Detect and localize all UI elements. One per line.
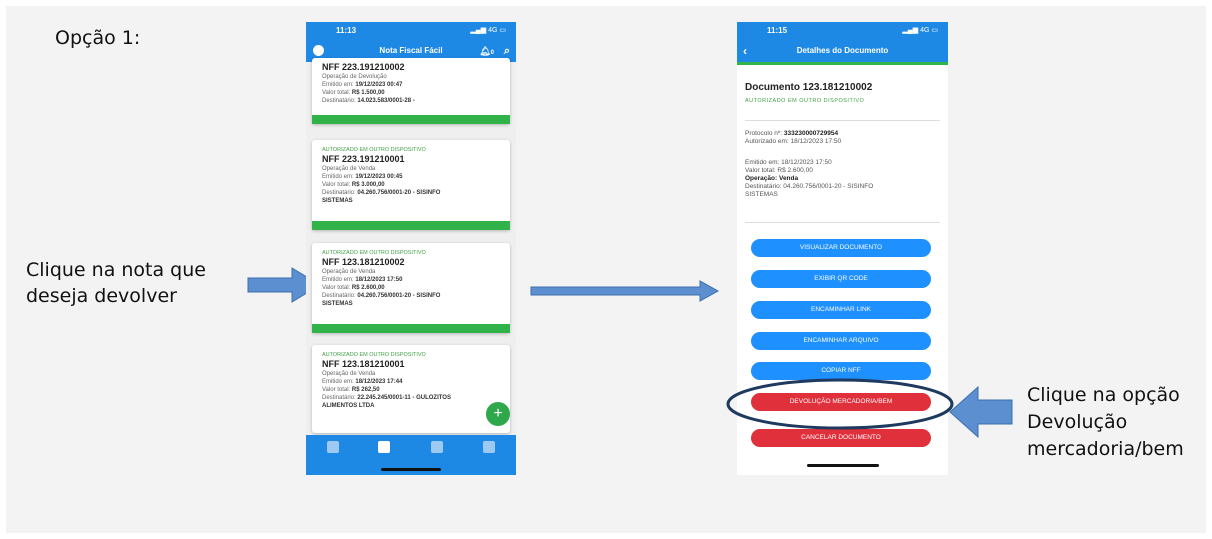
bottom-navigation: [306, 435, 516, 475]
note-number: NFF 123.181210002: [322, 257, 405, 267]
note-card[interactable]: AUTORIZADO EM OUTRO DISPOSITIVO NFF 223.…: [312, 140, 510, 230]
show-qr-code-button[interactable]: EXIBIR QR CODE: [751, 270, 931, 288]
left-instruction: Clique na nota que deseja devolver: [26, 257, 206, 309]
operation: Operação: Venda: [745, 175, 799, 182]
nav-item-4[interactable]: [474, 441, 504, 455]
forward-file-button[interactable]: ENCAMINHAR ARQUIVO: [751, 332, 931, 350]
left-instruction-line2: deseja devolver: [26, 285, 177, 307]
app-title: Detalhes do Documento: [796, 46, 889, 55]
nav-item-3[interactable]: [422, 441, 452, 455]
document-title: Documento 123.181210002: [745, 82, 873, 93]
right-instruction-line3: mercadoria/bem: [1027, 438, 1184, 460]
home-indicator: [807, 464, 879, 467]
emitted-at: Emitido em: 18/12/2023 17:50: [745, 159, 832, 166]
status-bar: 11:13 ▂▄▆ 4G ▭: [306, 22, 516, 40]
note-value: Valor total: R$ 2.600,00: [322, 285, 385, 291]
nav-item-1[interactable]: [318, 441, 348, 455]
note-recipient: Destinatário: 04.260.756/0001-20 - SISIN…: [322, 293, 441, 299]
status-time: 11:13: [336, 26, 357, 35]
flow-arrow: [530, 280, 720, 302]
note-emitted: Emitido em: 19/12/2023 00:47: [322, 82, 403, 88]
authorized-at: Autorizado em: 18/12/2023 17:50: [745, 138, 842, 145]
back-arrow-icon[interactable]: ‹: [743, 40, 747, 62]
details-block: Emitido em: 18/12/2023 17:50 Valor total…: [745, 159, 873, 199]
note-recipient-cont: ALIMENTOS LTDA: [322, 403, 375, 409]
document-icon: [378, 441, 390, 453]
note-operation: Operação de Devolução: [322, 74, 387, 80]
protocol: Protocolo nº: 333230000729954: [745, 130, 839, 137]
note-card[interactable]: NFF 223.191210002 Operação de Devolução …: [312, 58, 510, 124]
divider: [745, 222, 940, 223]
note-recipient-cont: SISTEMAS: [322, 198, 353, 204]
pointer-arrow-right: [949, 386, 1013, 438]
highlight-ellipse: [726, 378, 954, 430]
note-operation: Operação de Venda: [322, 269, 376, 275]
status-signal: ▂▄▆ 4G ▭: [470, 27, 506, 34]
recipient-cont: SISTEMAS: [745, 191, 778, 198]
right-instruction-line1: Clique na opção: [1027, 384, 1180, 406]
document-status: AUTORIZADO EM OUTRO DISPOSITIVO: [745, 98, 865, 104]
note-card-selected[interactable]: AUTORIZADO EM OUTRO DISPOSITIVO NFF 123.…: [312, 243, 510, 333]
phone-note-list: 11:13 ▂▄▆ 4G ▭ Nota Fiscal Fácil 🔔︎0 ⌕ N…: [306, 22, 516, 475]
recipient: Destinatário: 04.260.756/0001-20 - SISIN…: [745, 183, 874, 190]
note-operation: Operação de Venda: [322, 371, 376, 377]
right-instruction: Clique na opção Devolução mercadoria/bem: [1027, 382, 1184, 463]
note-emitted: Emitido em: 18/12/2023 17:44: [322, 379, 403, 385]
status-bar-green: [312, 324, 510, 333]
note-recipient: Destinatário: 22.245.245/0001-11 - GULOZ…: [322, 395, 451, 401]
right-instruction-line2: Devolução: [1027, 411, 1128, 433]
note-recipient: Destinatário: 14.023.583/0001-28 -: [322, 98, 415, 104]
people-icon: [483, 441, 495, 453]
truck-icon: [327, 441, 339, 453]
status-bar-green: [312, 221, 510, 230]
app-header: ‹ Detalhes do Documento: [737, 40, 948, 62]
note-card[interactable]: AUTORIZADO EM OUTRO DISPOSITIVO NFF 123.…: [312, 345, 510, 433]
note-emitted: Emitido em: 18/12/2023 17:50: [322, 277, 403, 283]
note-value: Valor total: R$ 3.000,00: [322, 182, 385, 188]
notification-count: 0: [490, 50, 494, 56]
forward-link-button[interactable]: ENCAMINHAR LINK: [751, 301, 931, 319]
note-operation: Operação de Venda: [322, 166, 376, 172]
app-title: Nota Fiscal Fácil: [379, 46, 443, 55]
left-instruction-line1: Clique na nota que: [26, 259, 206, 281]
note-value: Valor total: R$ 1.500,00: [322, 90, 385, 96]
note-number: NFF 223.191210001: [322, 154, 405, 164]
status-time: 11:15: [767, 26, 788, 35]
note-emitted: Emitido em: 19/12/2023 00:45: [322, 174, 403, 180]
status-bar: 11:15 ▂▄▆ 4G ▭: [737, 22, 948, 40]
note-status: AUTORIZADO EM OUTRO DISPOSITIVO: [322, 250, 426, 256]
note-recipient: Destinatário: 04.260.756/0001-20 - SISIN…: [322, 190, 441, 196]
add-note-button[interactable]: +: [486, 402, 510, 426]
view-document-button[interactable]: VISUALIZAR DOCUMENTO: [751, 239, 931, 257]
note-value: Valor total: R$ 262,50: [322, 387, 380, 393]
header-accent: [737, 62, 948, 65]
note-status: AUTORIZADO EM OUTRO DISPOSITIVO: [322, 147, 426, 153]
divider: [745, 120, 940, 121]
status-bar-green: [312, 115, 510, 124]
note-number: NFF 123.181210001: [322, 359, 405, 369]
protocol-block: Protocolo nº: 333230000729954 Autorizado…: [745, 130, 841, 146]
home-indicator: [381, 468, 441, 471]
option-caption: Opção 1:: [55, 27, 141, 49]
total-value: Valor total: R$ 2.600,00: [745, 167, 813, 174]
bag-icon: [431, 441, 443, 453]
nav-item-2[interactable]: [369, 441, 399, 455]
status-signal: ▂▄▆ 4G ▭: [902, 27, 938, 34]
note-status: AUTORIZADO EM OUTRO DISPOSITIVO: [322, 352, 426, 358]
profile-icon[interactable]: [313, 45, 324, 56]
note-number: NFF 223.191210002: [322, 62, 405, 72]
note-recipient-cont: SISTEMAS: [322, 301, 353, 307]
